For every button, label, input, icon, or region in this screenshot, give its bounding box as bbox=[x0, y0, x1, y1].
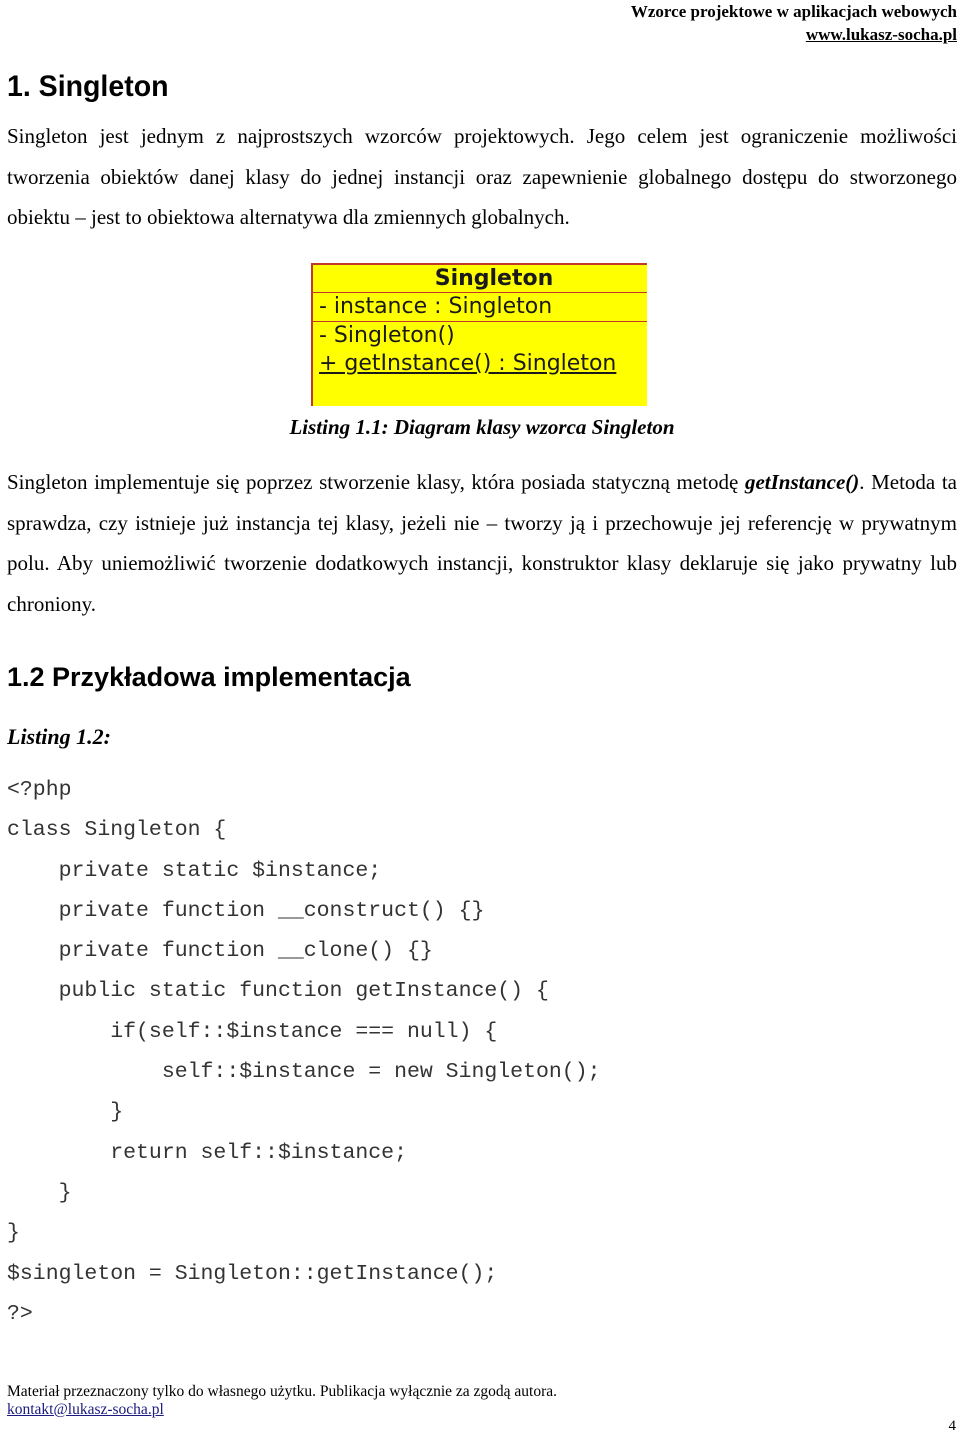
figure-caption: Listing 1.1: Diagram klasy wzorca Single… bbox=[289, 415, 675, 439]
copyright-notice: Materiał przeznaczony tylko do własnego … bbox=[7, 1383, 558, 1400]
code-line: class Singleton { bbox=[7, 818, 227, 843]
uml-operation-text: - Singleton() bbox=[319, 323, 455, 348]
page-number: 4 bbox=[948, 1418, 957, 1434]
code-line: $singleton = Singleton::getInstance(); bbox=[7, 1261, 498, 1286]
document-title: Wzorce projektowe w aplikacjach webowych bbox=[630, 2, 957, 21]
code-line: <?php bbox=[7, 778, 72, 802]
code-line: private function __clone() {} bbox=[7, 939, 433, 964]
code-line: if(self::$instance === null) { bbox=[7, 1019, 498, 1044]
subsection-heading: 1.2 Przykładowa implementacja bbox=[7, 662, 411, 692]
intro-paragraph: Singleton jest jednym z najprostszych wz… bbox=[7, 124, 957, 229]
code-line: ?> bbox=[7, 1301, 33, 1326]
website-link[interactable]: www.lukasz-socha.pl bbox=[806, 25, 957, 44]
code-line: self::$instance = new Singleton(); bbox=[7, 1060, 601, 1085]
code-line: } bbox=[7, 1221, 20, 1246]
method-name: getInstance() bbox=[744, 470, 860, 494]
code-line: public static function getInstance() { bbox=[7, 979, 549, 1004]
listing-label: Listing 1.2: bbox=[7, 724, 111, 749]
page-header: Wzorce projektowe w aplikacjach webowych… bbox=[631, 0, 957, 46]
uml-operation: - Singleton() bbox=[313, 322, 647, 350]
body-paragraph: Singleton implementuje się poprzez stwor… bbox=[7, 462, 957, 624]
uml-operation-static: + getInstance() : Singleton bbox=[313, 350, 647, 378]
section-heading: 1. Singleton bbox=[7, 70, 169, 103]
uml-class-name: Singleton bbox=[313, 265, 647, 293]
uml-operation-text: + getInstance() : Singleton bbox=[319, 351, 617, 376]
body-text: Singleton implementuje się poprzez stwor… bbox=[7, 470, 745, 494]
code-line: } bbox=[7, 1180, 72, 1205]
page-footer: Materiał przeznaczony tylko do własnego … bbox=[7, 1383, 557, 1419]
uml-attribute: - instance : Singleton bbox=[313, 293, 647, 322]
uml-class-diagram: Singleton - instance : Singleton - Singl… bbox=[311, 263, 647, 406]
code-line: private static $instance; bbox=[7, 858, 382, 883]
code-line: } bbox=[7, 1100, 124, 1125]
code-line: return self::$instance; bbox=[7, 1140, 407, 1165]
code-line: private function __construct() {} bbox=[7, 898, 485, 923]
contact-email-link[interactable]: kontakt@lukasz-socha.pl bbox=[7, 1401, 164, 1418]
code-listing: <?php class Singleton { private static $i… bbox=[7, 770, 601, 1334]
